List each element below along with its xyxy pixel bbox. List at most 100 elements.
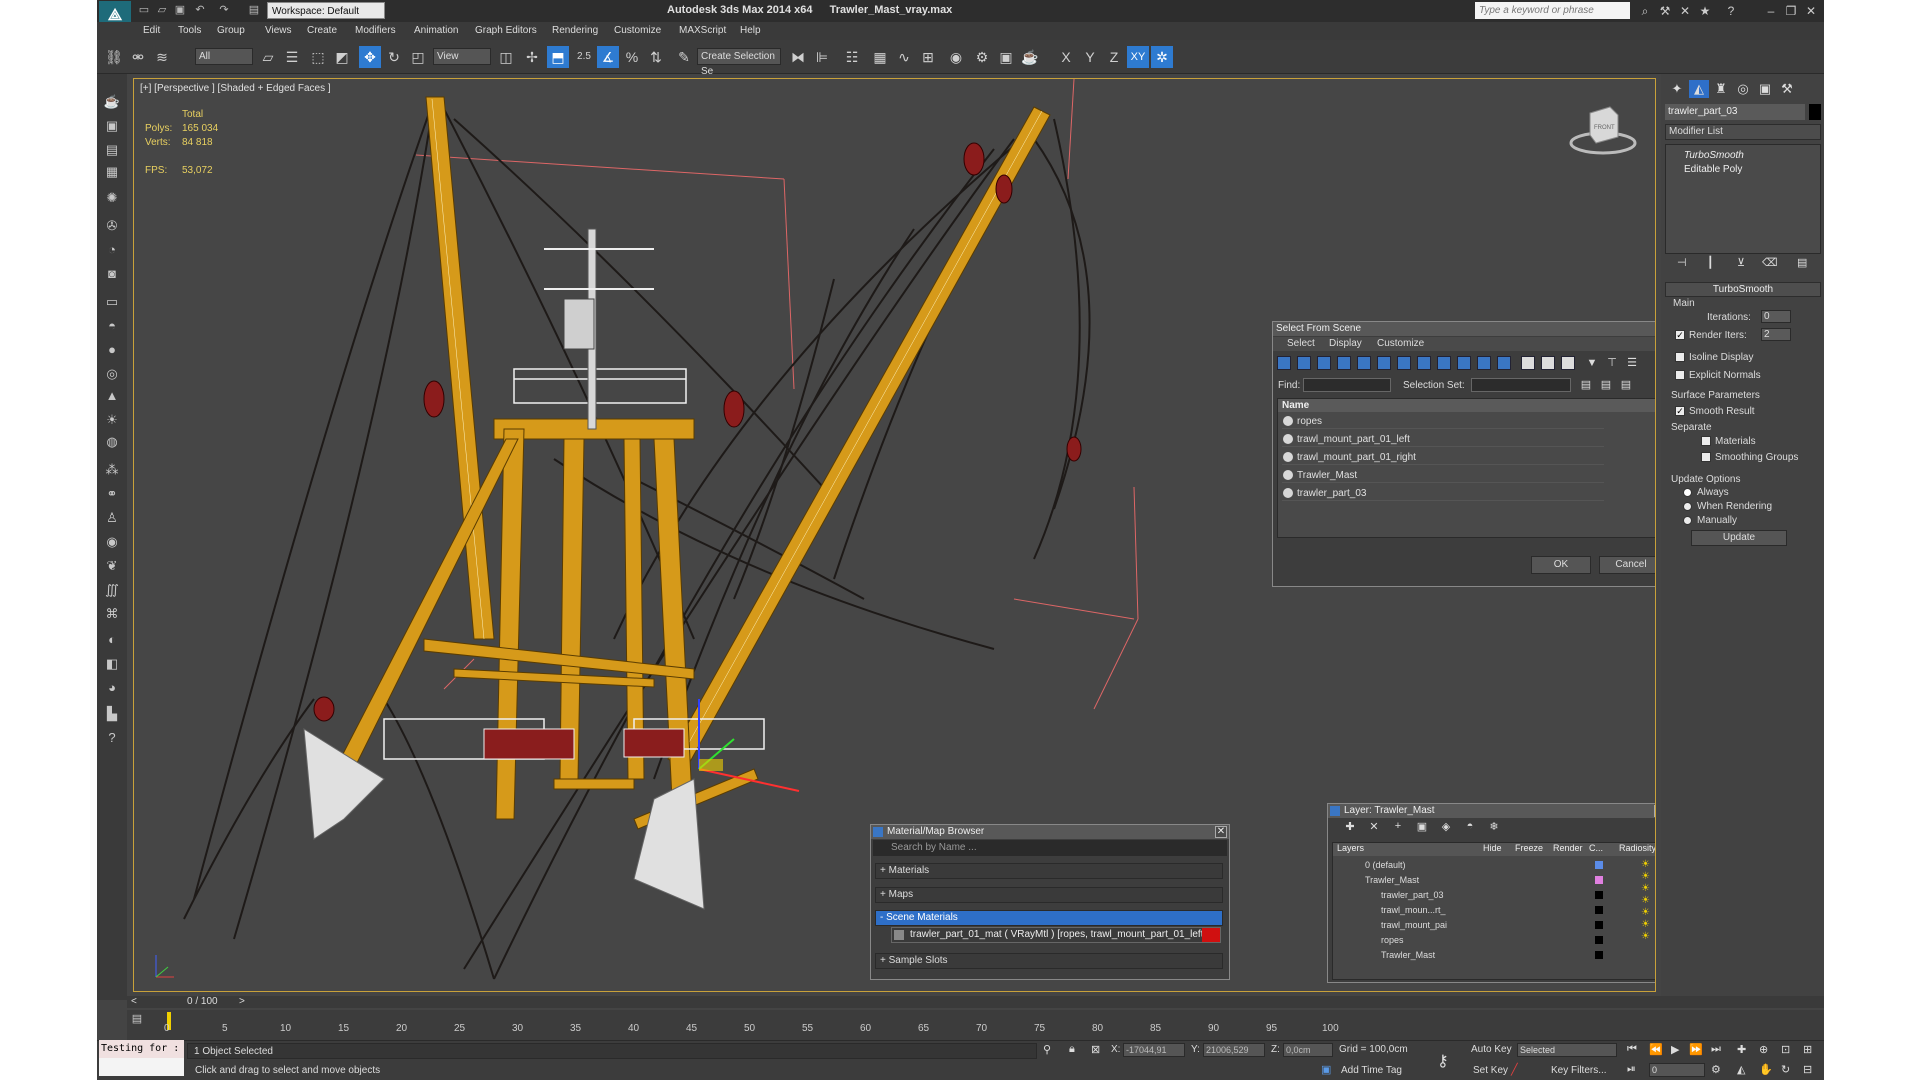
- communication-icon[interactable]: ✕: [1677, 4, 1693, 18]
- play-icon[interactable]: ▶: [1671, 1043, 1679, 1056]
- list-item[interactable]: ropes: [1282, 414, 1604, 429]
- spinner-snap-icon[interactable]: ⇅: [645, 46, 667, 68]
- select-rotate-icon[interactable]: ↻: [383, 46, 405, 68]
- field-of-view-icon[interactable]: ◭: [1737, 1063, 1745, 1076]
- ref-coord-dropdown[interactable]: View: [433, 48, 491, 65]
- set-key-icon[interactable]: ⚷: [1437, 1051, 1449, 1071]
- add-time-tag-button[interactable]: Add Time Tag: [1341, 1065, 1402, 1076]
- named-selection-set-dropdown[interactable]: Create Selection Se: [697, 48, 781, 77]
- cylinder-icon[interactable]: ◓: [101, 316, 123, 336]
- curve-editor-icon[interactable]: ∿: [893, 46, 915, 68]
- display-all-icon[interactable]: [1521, 356, 1535, 370]
- help-button[interactable]: ?: [1654, 805, 1655, 817]
- layer-color-swatch[interactable]: [1595, 891, 1603, 899]
- col-render[interactable]: Render: [1553, 843, 1583, 853]
- layer-row[interactable]: Trawler_Mast: [1341, 949, 1617, 961]
- col-freeze[interactable]: Freeze: [1515, 843, 1543, 853]
- display-lights-icon[interactable]: [1317, 356, 1331, 370]
- axis-x-button[interactable]: X: [1055, 46, 1077, 68]
- display-containers-icon[interactable]: [1457, 356, 1471, 370]
- sound-icon[interactable]: ◔: [101, 240, 123, 260]
- lock-icon[interactable]: 🔒︎: [1069, 1043, 1075, 1056]
- iterations-spinner[interactable]: 0: [1761, 310, 1791, 323]
- z-coordinate-field[interactable]: 0,0cm: [1283, 1043, 1333, 1057]
- hair-icon[interactable]: ∭: [101, 580, 123, 600]
- material-search-input[interactable]: Search by Name ...: [873, 840, 1227, 856]
- always-radio[interactable]: [1683, 488, 1692, 497]
- mini-curve-editor-icon[interactable]: ▤: [127, 1012, 147, 1028]
- cancel-button[interactable]: Cancel: [1599, 556, 1655, 574]
- filter-icon[interactable]: ▼: [1585, 356, 1599, 370]
- goto-start-icon[interactable]: ⏮: [1627, 1043, 1637, 1056]
- sun-icon[interactable]: ☀: [101, 410, 123, 430]
- new-layer-icon[interactable]: ✚: [1342, 820, 1358, 836]
- zoom-all-icon[interactable]: ⊕: [1759, 1043, 1768, 1056]
- explicit-normals-checkbox[interactable]: [1675, 370, 1685, 380]
- make-unique-icon[interactable]: ⊻: [1737, 256, 1745, 269]
- menu-animation[interactable]: Animation: [414, 25, 458, 36]
- display-tab-icon[interactable]: ▣: [1755, 80, 1775, 98]
- box-icon[interactable]: ▭: [101, 292, 123, 312]
- time-tag-icon[interactable]: ▣: [1321, 1063, 1331, 1076]
- layer-row[interactable]: Trawler_Mast: [1341, 874, 1617, 886]
- create-tab-icon[interactable]: ✦: [1667, 80, 1687, 98]
- light-bulb-icon[interactable]: ✺: [101, 188, 123, 208]
- render-globe-icon[interactable]: ◕: [101, 678, 123, 698]
- modifier-list-dropdown[interactable]: Modifier List: [1665, 124, 1821, 140]
- menu-rendering[interactable]: Rendering: [552, 25, 598, 36]
- view-cube[interactable]: FRONT: [1569, 106, 1637, 155]
- key-filter-dropdown[interactable]: Selected: [1517, 1043, 1617, 1057]
- save-file-icon[interactable]: ▣: [173, 3, 187, 17]
- set-icon-2[interactable]: ▤: [1599, 378, 1613, 392]
- wheel-icon[interactable]: ✇: [101, 216, 123, 236]
- render-icon[interactable]: ▣: [101, 116, 123, 136]
- motion-tab-icon[interactable]: ◎: [1733, 80, 1753, 98]
- subscription-icon[interactable]: ⚒: [1657, 4, 1673, 18]
- menu-modifiers[interactable]: Modifiers: [355, 25, 396, 36]
- rect-selection-icon[interactable]: ⬚: [307, 46, 329, 68]
- perspective-viewport[interactable]: FRONT [+] [Perspective ] [Shaded + Edged…: [133, 78, 1656, 992]
- display-shapes-icon[interactable]: [1297, 356, 1311, 370]
- bind-space-warp-icon[interactable]: ≋: [151, 46, 173, 68]
- project-folder-icon[interactable]: ▤: [247, 3, 261, 17]
- list-item[interactable]: Trawler_Mast: [1282, 468, 1604, 483]
- prev-key-icon[interactable]: ⏪: [1649, 1043, 1663, 1056]
- utilities-tab-icon[interactable]: ⚒: [1777, 80, 1797, 98]
- when-rendering-radio[interactable]: [1683, 502, 1692, 511]
- object-color-swatch[interactable]: [1809, 104, 1821, 120]
- maps-section[interactable]: + Maps: [875, 887, 1223, 903]
- key-mode-toggle-icon[interactable]: ⏯: [1627, 1063, 1636, 1076]
- prev-frame-icon[interactable]: <: [131, 996, 137, 1007]
- time-slider[interactable]: < 0 / 100 >: [127, 996, 1824, 1008]
- script-icon[interactable]: ▙: [101, 704, 123, 724]
- pin-stack-icon[interactable]: ⊣: [1677, 256, 1687, 269]
- open-file-icon[interactable]: ▱: [155, 3, 169, 17]
- stack-item-editable-poly[interactable]: Editable Poly: [1668, 163, 1818, 176]
- ok-button[interactable]: OK: [1531, 556, 1591, 574]
- list-item[interactable]: trawler_part_03: [1282, 486, 1604, 501]
- absolute-mode-icon[interactable]: ⊠: [1091, 1043, 1100, 1056]
- name-column-header[interactable]: Name: [1278, 399, 1655, 412]
- uv-icon[interactable]: ◧: [101, 654, 123, 674]
- display-xrefs-icon[interactable]: [1417, 356, 1431, 370]
- layer-color-swatch[interactable]: [1595, 936, 1603, 944]
- binoculars-icon[interactable]: ⌕: [1637, 4, 1653, 18]
- menu-views[interactable]: Views: [265, 25, 292, 36]
- set-icon-1[interactable]: ▤: [1579, 378, 1593, 392]
- set-key-button[interactable]: Set Key: [1473, 1065, 1508, 1076]
- y-coordinate-field[interactable]: 21006,529: [1203, 1043, 1265, 1057]
- goto-end-icon[interactable]: ⏭: [1711, 1043, 1721, 1056]
- mirror-icon[interactable]: ⧓: [787, 46, 809, 68]
- selection-filter-dropdown[interactable]: All: [195, 48, 253, 65]
- sphere-icon[interactable]: ●: [101, 340, 123, 360]
- graphite-ribbon-icon[interactable]: ▦: [869, 46, 891, 68]
- display-geometry-icon[interactable]: [1277, 356, 1291, 370]
- keyboard-shortcut-override-icon[interactable]: ⬒: [547, 46, 569, 68]
- layer-color-swatch[interactable]: [1595, 921, 1603, 929]
- menu-help[interactable]: Help: [740, 25, 761, 36]
- update-button[interactable]: Update: [1691, 530, 1787, 546]
- pivot-center-icon[interactable]: ◫: [495, 46, 517, 68]
- maxscript-listener-input[interactable]: Testing for :: [99, 1040, 184, 1058]
- axis-y-button[interactable]: Y: [1079, 46, 1101, 68]
- smooth-result-checkbox[interactable]: ✓: [1675, 406, 1685, 416]
